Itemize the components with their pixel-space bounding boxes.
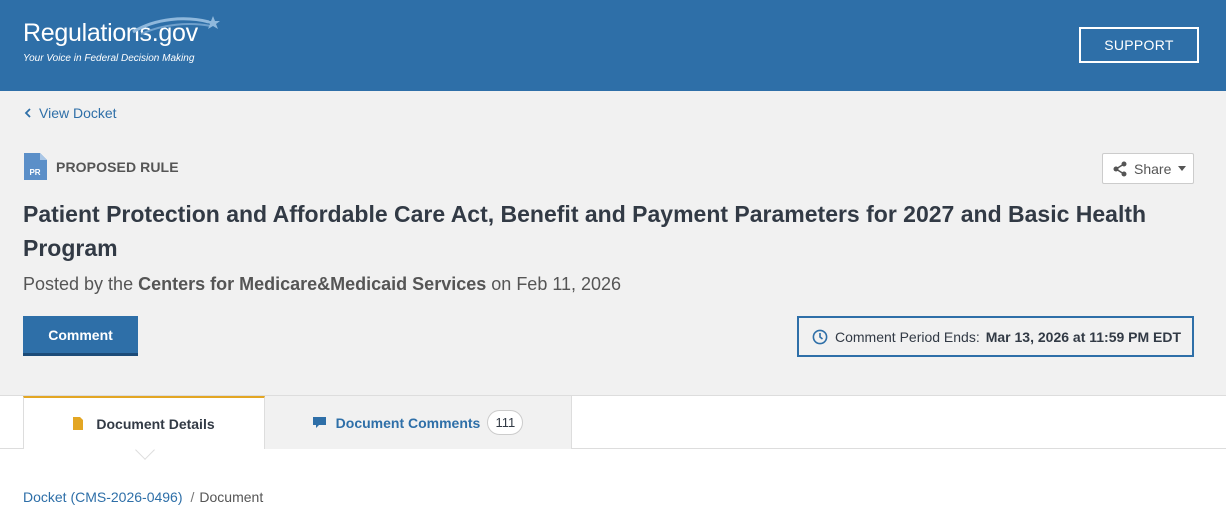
comment-period-value: Mar 13, 2026 at 11:59 PM EDT bbox=[985, 328, 1182, 345]
document-tabs: Document Details Document Comments 111 bbox=[0, 395, 1226, 460]
share-button[interactable]: Share bbox=[1102, 153, 1194, 184]
breadcrumb-current: Document bbox=[199, 489, 264, 505]
document-type-label: PROPOSED RULE bbox=[56, 158, 179, 175]
logo-tagline: Your Voice in Federal Decision Making bbox=[23, 53, 195, 64]
logo-swoosh-icon bbox=[132, 16, 220, 35]
posted-date: Feb 11, 2026 bbox=[516, 274, 622, 294]
share-label: Share bbox=[1134, 160, 1172, 177]
tab-document-comments-label: Document Comments bbox=[335, 414, 481, 431]
chevron-left-icon bbox=[24, 108, 31, 118]
agency-name: Centers for Medicare&Medicaid Services bbox=[138, 274, 487, 294]
comment-button[interactable]: Comment bbox=[23, 316, 138, 356]
site-logo[interactable]: Regulations.gov Your Voice in Federal De… bbox=[23, 16, 220, 65]
active-tab-indicator bbox=[135, 440, 155, 460]
document-icon bbox=[73, 417, 84, 430]
view-docket-label: View Docket bbox=[39, 105, 117, 121]
proposed-rule-badge: PR bbox=[29, 168, 40, 177]
site-header: Regulations.gov Your Voice in Federal De… bbox=[0, 0, 1226, 91]
comments-count-badge: 111 bbox=[487, 410, 524, 435]
posted-prefix: Posted by the bbox=[23, 274, 134, 294]
tab-document-details[interactable]: Document Details bbox=[23, 396, 265, 460]
document-title: Patient Protection and Affordable Care A… bbox=[23, 201, 1147, 261]
comment-period-box: Comment Period Ends: Mar 13, 2026 at 11:… bbox=[797, 316, 1194, 357]
caret-down-icon bbox=[1178, 166, 1187, 171]
clock-icon bbox=[812, 329, 828, 344]
breadcrumb-separator: / bbox=[190, 489, 195, 505]
document-header: View Docket PR PROPOSED RULE Share Patie… bbox=[0, 91, 1226, 395]
posted-on: on bbox=[491, 274, 512, 294]
document-type: PR PROPOSED RULE bbox=[24, 153, 179, 180]
comment-period-label: Comment Period Ends: bbox=[835, 328, 980, 345]
share-icon bbox=[1113, 161, 1127, 176]
support-button[interactable]: SUPPORT bbox=[1079, 27, 1199, 63]
posted-by-line: Posted by the Centers for Medicare&Medic… bbox=[23, 274, 621, 295]
tab-document-details-label: Document Details bbox=[96, 415, 215, 432]
proposed-rule-icon: PR bbox=[24, 153, 47, 180]
tab-document-comments[interactable]: Document Comments 111 bbox=[265, 396, 572, 449]
breadcrumb-docket-link[interactable]: Docket (CMS-2026-0496) bbox=[23, 489, 183, 505]
comment-bubble-icon bbox=[312, 416, 326, 428]
breadcrumb: Docket (CMS-2026-0496) / Document bbox=[23, 489, 263, 505]
view-docket-link[interactable]: View Docket bbox=[23, 105, 117, 121]
